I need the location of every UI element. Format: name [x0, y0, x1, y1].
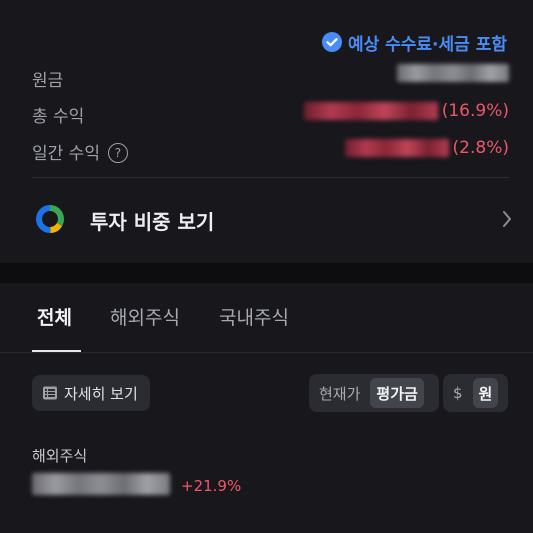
help-icon[interactable]: ? [107, 143, 128, 163]
holdings-panel: 전체 해외주식 국내주식 자세히 보기 현재가 평가금 $ 원 해외주식 +21… [0, 283, 533, 533]
detail-view-button[interactable]: 자세히 보기 [32, 375, 150, 411]
overseas-section-label: 해외주식 [32, 447, 88, 465]
total-return-value: (16.9%) [303, 101, 509, 121]
total-return-pct: (16.9%) [441, 101, 509, 121]
stock-name-redacted[interactable] [32, 473, 170, 495]
usd-option[interactable]: $ [447, 378, 469, 408]
daily-return-label: 일간 수익? [32, 139, 128, 164]
allocation-row[interactable]: 투자 비중 보기 [0, 196, 533, 242]
chevron-right-icon [503, 211, 511, 227]
stock-return-pct: +21.9% [181, 477, 242, 495]
summary-divider [32, 177, 509, 178]
daily-return-pct: (2.8%) [452, 138, 509, 158]
currency-toggle[interactable]: $ 원 [443, 374, 508, 412]
total-return-amount-redacted [303, 102, 438, 120]
total-return-label: 총 수익 [32, 107, 85, 127]
tab-overseas-stocks[interactable]: 해외주식 [110, 303, 180, 330]
list-icon [43, 386, 57, 400]
tab-all[interactable]: 전체 [37, 303, 72, 330]
check-circle-icon [321, 32, 342, 52]
principal-label: 원금 [32, 71, 64, 91]
principal-value [397, 64, 509, 82]
section-gap [0, 263, 533, 283]
tab-domestic-stocks[interactable]: 국내주식 [219, 303, 289, 330]
tab-divider [0, 352, 533, 353]
account-summary: 예상 수수료·세금 포함 원금 총 수익 (16.9%) 일간 수익? (2.8… [0, 0, 533, 263]
valuation-option[interactable]: 평가금 [370, 378, 424, 408]
fee-note-label: 예상 수수료·세금 포함 [347, 34, 507, 55]
daily-return-amount-redacted [344, 139, 449, 157]
allocation-label: 투자 비중 보기 [90, 210, 215, 234]
krw-option[interactable]: 원 [472, 378, 499, 408]
donut-chart-icon [36, 205, 64, 233]
fee-tax-included-toggle[interactable]: 예상 수수료·세금 포함 [321, 30, 507, 55]
detail-view-label: 자세히 보기 [64, 384, 138, 403]
price-basis-toggle[interactable]: 현재가 평가금 [309, 374, 439, 412]
current-price-option[interactable]: 현재가 [313, 378, 366, 408]
daily-return-value: (2.8%) [344, 138, 509, 158]
principal-amount-redacted [397, 64, 509, 82]
